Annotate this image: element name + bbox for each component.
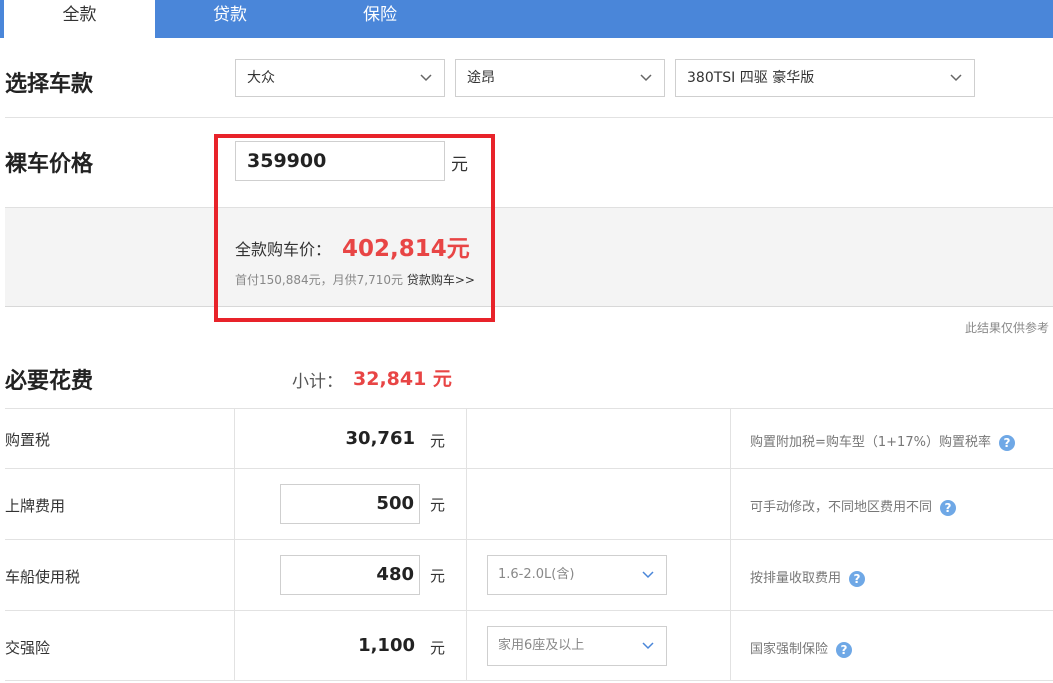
chevron-down-icon <box>642 640 654 652</box>
required-fees-title: 必要花费 <box>5 369 94 394</box>
fee-note: 可手动修改，不同地区费用不同? <box>750 496 957 516</box>
fee-unit: 元 <box>430 496 446 514</box>
fee-note-text: 按排量收取费用 <box>750 571 842 586</box>
fee-note-text: 国家强制保险 <box>750 642 829 657</box>
displacement-select[interactable]: 1.6-2.0L(含) <box>487 555 667 595</box>
brand-select-value: 大众 <box>247 70 275 86</box>
displacement-select-value: 1.6-2.0L(含) <box>498 567 575 582</box>
fee-unit: 元 <box>430 432 446 450</box>
tab-loan[interactable]: 贷款 <box>155 0 305 38</box>
table-row: 交强险 1,100 元 家用6座及以上 国家强制保险? <box>5 611 1053 681</box>
vehicle-tax-input[interactable]: 480 <box>280 555 420 595</box>
table-row: 上牌费用 500 元 可手动修改，不同地区费用不同? <box>5 469 1053 540</box>
fee-name: 上牌费用 <box>5 497 66 515</box>
series-select-value: 途昂 <box>467 70 495 86</box>
fee-note: 国家强制保险? <box>750 638 853 658</box>
table-row: 车船使用税 480 元 1.6-2.0L(含) 按排量收取费用? <box>5 540 1053 611</box>
fee-name: 交强险 <box>5 639 51 657</box>
tab-bar: 全款 贷款 保险 <box>0 0 1053 38</box>
seat-type-select-value: 家用6座及以上 <box>498 638 585 653</box>
reference-note: 此结果仅供参考 <box>964 321 1049 335</box>
help-icon[interactable]: ? <box>836 641 853 658</box>
tab-insurance[interactable]: 保险 <box>305 0 455 38</box>
fee-note: 购置附加税=购车型（1+17%）购置税率? <box>750 431 1015 451</box>
select-model-title: 选择车款 <box>5 72 94 97</box>
brand-select[interactable]: 大众 <box>235 59 445 97</box>
fee-amount: 1,100 <box>358 635 415 656</box>
subtotal-value: 32,841 元 <box>353 368 452 390</box>
chevron-down-icon <box>950 72 962 84</box>
chevron-down-icon <box>640 72 652 84</box>
fee-name: 购置税 <box>5 431 51 449</box>
highlight-box <box>214 134 495 322</box>
model-select-value: 380TSI 四驱 豪华版 <box>687 70 815 86</box>
table-row: 购置税 30,761 元 购置附加税=购车型（1+17%）购置税率? <box>5 409 1053 469</box>
divider <box>5 117 1053 118</box>
chevron-down-icon <box>420 72 432 84</box>
seat-type-select[interactable]: 家用6座及以上 <box>487 626 667 666</box>
tab-full-payment[interactable]: 全款 <box>4 0 155 38</box>
fee-amount: 30,761 <box>345 428 415 449</box>
fees-table: 购置税 30,761 元 购置附加税=购车型（1+17%）购置税率? 上牌费用 … <box>5 408 1053 681</box>
fee-note: 按排量收取费用? <box>750 567 866 587</box>
help-icon[interactable]: ? <box>940 499 957 516</box>
total-summary-panel <box>5 207 1053 307</box>
fee-note-text: 购置附加税=购车型（1+17%）购置税率 <box>750 435 991 450</box>
series-select[interactable]: 途昂 <box>455 59 665 97</box>
subtotal-label: 小计： <box>292 372 343 392</box>
help-icon[interactable]: ? <box>849 570 866 587</box>
help-icon[interactable]: ? <box>998 434 1015 451</box>
fee-unit: 元 <box>430 639 446 657</box>
fee-name: 车船使用税 <box>5 568 81 586</box>
fee-unit: 元 <box>430 567 446 585</box>
fee-note-text: 可手动修改，不同地区费用不同 <box>750 500 933 515</box>
model-select[interactable]: 380TSI 四驱 豪华版 <box>675 59 975 97</box>
bare-price-title: 裸车价格 <box>5 152 94 177</box>
chevron-down-icon <box>642 569 654 581</box>
plate-fee-input[interactable]: 500 <box>280 484 420 524</box>
